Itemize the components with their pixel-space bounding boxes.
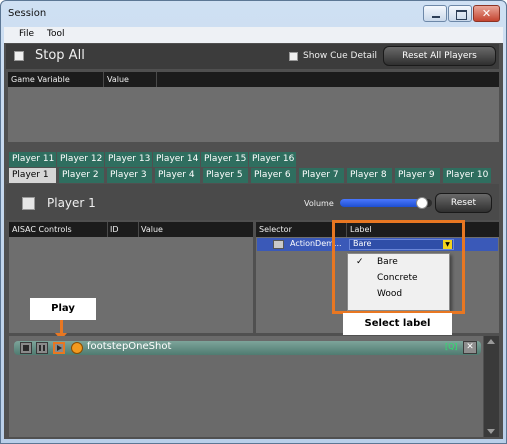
remove-cue-icon[interactable]: ✕ (463, 341, 477, 354)
tab-player-8[interactable]: Player 8 (347, 168, 392, 183)
tab-player-16[interactable]: Player 16 (249, 152, 296, 167)
col-game-variable: Game Variable (11, 75, 70, 84)
column-separator (156, 72, 157, 87)
col-id: ID (110, 225, 119, 234)
menu-file[interactable]: File (19, 29, 34, 39)
play-button[interactable] (53, 342, 65, 354)
player-name: Player 1 (47, 196, 96, 210)
play-annotation: Play (30, 298, 96, 320)
close-button[interactable]: ✕ (473, 5, 500, 22)
game-variable-table-header: Game Variable Value (8, 72, 499, 87)
stop-all-bar: Stop All Show Cue Detail Reset All Playe… (6, 44, 499, 69)
volume-slider-track[interactable] (340, 197, 432, 209)
tab-player-15[interactable]: Player 15 (201, 152, 248, 167)
select-label-highlight (332, 220, 465, 314)
window-title: Session (8, 8, 47, 19)
reset-all-players-button[interactable]: Reset All Players (383, 46, 496, 66)
selector-row-icon (273, 240, 284, 249)
col-selector: Selector (259, 225, 292, 234)
scroll-down-icon[interactable] (487, 429, 495, 434)
close-icon: ✕ (481, 7, 492, 20)
col-aisac-controls: AISAC Controls (12, 225, 72, 234)
column-separator (103, 72, 104, 87)
maximize-icon (449, 6, 471, 21)
game-variable-table-body (8, 87, 499, 142)
player-panel-header: Player 1 Volume Reset (6, 184, 499, 220)
tab-player-5[interactable]: Player 5 (203, 168, 248, 183)
tab-player-14[interactable]: Player 14 (153, 152, 200, 167)
cue-tag: [Q] (445, 342, 458, 351)
tab-player-2[interactable]: Player 2 (59, 168, 104, 183)
show-cue-detail-checkbox[interactable] (289, 52, 298, 61)
tab-player-1[interactable]: Player 1 (9, 168, 56, 183)
tab-player-7[interactable]: Player 7 (299, 168, 344, 183)
volume-slider-knob[interactable] (416, 197, 428, 209)
col-value: Value (107, 75, 129, 84)
show-cue-detail-label: Show Cue Detail (303, 51, 378, 61)
tab-player-13[interactable]: Player 13 (105, 152, 152, 167)
tab-player-9[interactable]: Player 9 (395, 168, 440, 183)
cue-scrollbar[interactable] (484, 336, 499, 437)
volume-slider-fill (340, 199, 422, 207)
cue-row[interactable]: footstepOneShot [Q] ✕ (14, 341, 481, 355)
minimize-icon (424, 6, 446, 21)
title-bar: Session ✕ (1, 1, 506, 27)
cue-status-icon (71, 342, 83, 354)
scroll-up-icon[interactable] (487, 339, 495, 344)
maximize-button[interactable] (448, 5, 472, 22)
column-separator (107, 222, 108, 237)
menu-tool[interactable]: Tool (47, 29, 64, 39)
menu-bar: File Tool (4, 27, 503, 43)
stop-icon[interactable] (20, 342, 32, 354)
column-separator (138, 222, 139, 237)
player-checkbox[interactable] (22, 197, 35, 210)
player-reset-button[interactable]: Reset (435, 193, 492, 213)
minimize-button[interactable] (423, 5, 447, 22)
pause-icon[interactable] (36, 342, 48, 354)
tab-player-12[interactable]: Player 12 (57, 152, 104, 167)
tab-player-11[interactable]: Player 11 (9, 152, 56, 167)
stop-all-label: Stop All (35, 48, 85, 63)
play-icon (57, 345, 62, 351)
cue-name: footstepOneShot (87, 341, 172, 352)
session-window: Session ✕ File Tool Stop All Show Cue De… (0, 0, 507, 444)
tab-player-4[interactable]: Player 4 (155, 168, 200, 183)
volume-label: Volume (304, 199, 334, 208)
select-label-annotation: Select label (343, 313, 452, 335)
tab-player-6[interactable]: Player 6 (251, 168, 296, 183)
tab-player-10[interactable]: Player 10 (443, 168, 491, 183)
col-value: Value (141, 225, 163, 234)
aisac-table-header: AISAC Controls ID Value (9, 222, 253, 237)
tab-player-3[interactable]: Player 3 (107, 168, 152, 183)
stop-all-checkbox[interactable] (14, 51, 24, 61)
